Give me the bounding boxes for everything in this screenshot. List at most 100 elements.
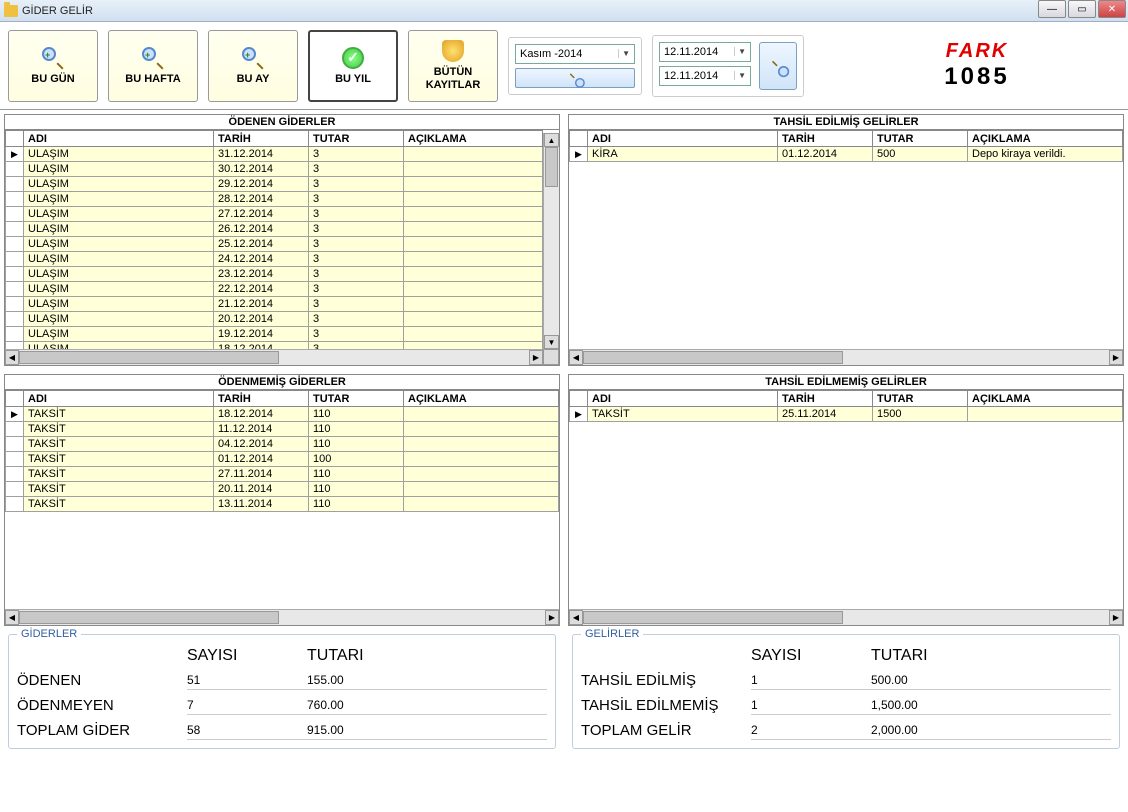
cell-tutar[interactable]: 110 (309, 482, 404, 497)
cell-aciklama[interactable] (404, 207, 543, 222)
this-year-button[interactable]: ✓ BU YIL (308, 30, 398, 102)
table-row[interactable]: ULAŞIM 30.12.2014 3 (6, 162, 543, 177)
today-button[interactable]: + BU GÜN (8, 30, 98, 102)
cell-adi[interactable]: ULAŞIM (24, 147, 214, 162)
cell-adi[interactable]: TAKSİT (24, 497, 214, 512)
table-row[interactable]: ULAŞIM 18.12.2014 3 (6, 342, 543, 350)
table-row[interactable]: ▶ KİRA 01.12.2014 500 Depo kiraya verild… (570, 147, 1123, 162)
scroll-left-icon[interactable]: ◀ (5, 610, 19, 625)
cell-tarih[interactable]: 27.12.2014 (214, 207, 309, 222)
header-adi[interactable]: ADI (24, 131, 214, 147)
cell-aciklama[interactable] (404, 437, 559, 452)
cell-adi[interactable]: ULAŞIM (24, 327, 214, 342)
header-aciklama[interactable]: AÇIKLAMA (968, 391, 1123, 407)
this-month-button[interactable]: + BU AY (208, 30, 298, 102)
minimize-button[interactable]: — (1038, 0, 1066, 18)
cell-aciklama[interactable] (404, 237, 543, 252)
cell-adi[interactable]: TAKSİT (24, 407, 214, 422)
header-tarih[interactable]: TARİH (778, 391, 873, 407)
vertical-scrollbar[interactable]: ▲ ▼ (543, 133, 559, 349)
cell-tarih[interactable]: 21.12.2014 (214, 297, 309, 312)
cell-adi[interactable]: ULAŞIM (24, 252, 214, 267)
cell-aciklama[interactable] (968, 407, 1123, 422)
cell-tutar[interactable]: 3 (309, 282, 404, 297)
table-row[interactable]: ULAŞIM 22.12.2014 3 (6, 282, 543, 297)
cell-tutar[interactable]: 3 (309, 192, 404, 207)
table-row[interactable]: ULAŞIM 23.12.2014 3 (6, 267, 543, 282)
table-row[interactable]: TAKSİT 20.11.2014 110 (6, 482, 559, 497)
cell-tutar[interactable]: 3 (309, 312, 404, 327)
scroll-right-icon[interactable]: ▶ (529, 350, 543, 365)
cell-adi[interactable]: ULAŞIM (24, 192, 214, 207)
header-adi[interactable]: ADI (588, 131, 778, 147)
table-row[interactable]: ULAŞIM 19.12.2014 3 (6, 327, 543, 342)
table-row[interactable]: ULAŞIM 28.12.2014 3 (6, 192, 543, 207)
table-row[interactable]: ULAŞIM 21.12.2014 3 (6, 297, 543, 312)
cell-aciklama[interactable] (404, 452, 559, 467)
table-row[interactable]: ULAŞIM 26.12.2014 3 (6, 222, 543, 237)
cell-aciklama[interactable] (404, 482, 559, 497)
cell-aciklama[interactable] (404, 297, 543, 312)
cell-adi[interactable]: TAKSİT (24, 422, 214, 437)
table-row[interactable]: TAKSİT 27.11.2014 110 (6, 467, 559, 482)
month-search-button[interactable] (515, 68, 635, 88)
date-to-input[interactable]: 12.11.2014 ▼ (659, 66, 751, 86)
table-row[interactable]: ULAŞIM 29.12.2014 3 (6, 177, 543, 192)
scroll-thumb[interactable] (19, 611, 279, 624)
table-row[interactable]: ▶ ULAŞIM 31.12.2014 3 (6, 147, 543, 162)
scroll-right-icon[interactable]: ▶ (1109, 610, 1123, 625)
cell-tutar[interactable]: 3 (309, 327, 404, 342)
scroll-thumb[interactable] (583, 351, 843, 364)
cell-adi[interactable]: TAKSİT (588, 407, 778, 422)
cell-tutar[interactable]: 500 (873, 147, 968, 162)
close-button[interactable]: ✕ (1098, 0, 1126, 18)
cell-adi[interactable]: ULAŞIM (24, 312, 214, 327)
cell-aciklama[interactable] (404, 407, 559, 422)
cell-aciklama[interactable] (404, 177, 543, 192)
scroll-left-icon[interactable]: ◀ (569, 610, 583, 625)
cell-tarih[interactable]: 22.12.2014 (214, 282, 309, 297)
table-row[interactable]: ▶ TAKSİT 25.11.2014 1500 (570, 407, 1123, 422)
cell-adi[interactable]: KİRA (588, 147, 778, 162)
cell-tutar[interactable]: 3 (309, 147, 404, 162)
cell-aciklama[interactable] (404, 147, 543, 162)
scroll-down-icon[interactable]: ▼ (544, 335, 559, 349)
cell-adi[interactable]: ULAŞIM (24, 282, 214, 297)
table-row[interactable]: TAKSİT 04.12.2014 110 (6, 437, 559, 452)
cell-tarih[interactable]: 30.12.2014 (214, 162, 309, 177)
date-from-input[interactable]: 12.11.2014 ▼ (659, 42, 751, 62)
table-row[interactable]: ULAŞIM 27.12.2014 3 (6, 207, 543, 222)
cell-adi[interactable]: TAKSİT (24, 452, 214, 467)
date-range-search-button[interactable] (759, 42, 797, 90)
cell-aciklama[interactable]: Depo kiraya verildi. (968, 147, 1123, 162)
header-tutar[interactable]: TUTAR (873, 391, 968, 407)
table-row[interactable]: ULAŞIM 20.12.2014 3 (6, 312, 543, 327)
cell-aciklama[interactable] (404, 342, 543, 350)
cell-tutar[interactable]: 1500 (873, 407, 968, 422)
cell-tutar[interactable]: 110 (309, 497, 404, 512)
cell-adi[interactable]: TAKSİT (24, 437, 214, 452)
table-row[interactable]: ULAŞIM 24.12.2014 3 (6, 252, 543, 267)
cell-adi[interactable]: ULAŞIM (24, 177, 214, 192)
cell-adi[interactable]: TAKSİT (24, 467, 214, 482)
cell-aciklama[interactable] (404, 282, 543, 297)
month-combo[interactable]: Kasım -2014 ▼ (515, 44, 635, 64)
header-tarih[interactable]: TARİH (214, 131, 309, 147)
cell-aciklama[interactable] (404, 162, 543, 177)
horizontal-scrollbar[interactable]: ◀ ▶ (569, 609, 1123, 625)
scroll-thumb[interactable] (545, 147, 558, 187)
table-row[interactable]: TAKSİT 01.12.2014 100 (6, 452, 559, 467)
cell-aciklama[interactable] (404, 252, 543, 267)
cell-adi[interactable]: ULAŞIM (24, 237, 214, 252)
cell-aciklama[interactable] (404, 267, 543, 282)
cell-adi[interactable]: ULAŞIM (24, 162, 214, 177)
cell-tutar[interactable]: 100 (309, 452, 404, 467)
table-row[interactable]: TAKSİT 13.11.2014 110 (6, 497, 559, 512)
cell-adi[interactable]: TAKSİT (24, 482, 214, 497)
cell-tutar[interactable]: 110 (309, 467, 404, 482)
header-tarih[interactable]: TARİH (778, 131, 873, 147)
cell-aciklama[interactable] (404, 467, 559, 482)
cell-tutar[interactable]: 3 (309, 207, 404, 222)
cell-aciklama[interactable] (404, 422, 559, 437)
cell-tutar[interactable]: 3 (309, 252, 404, 267)
